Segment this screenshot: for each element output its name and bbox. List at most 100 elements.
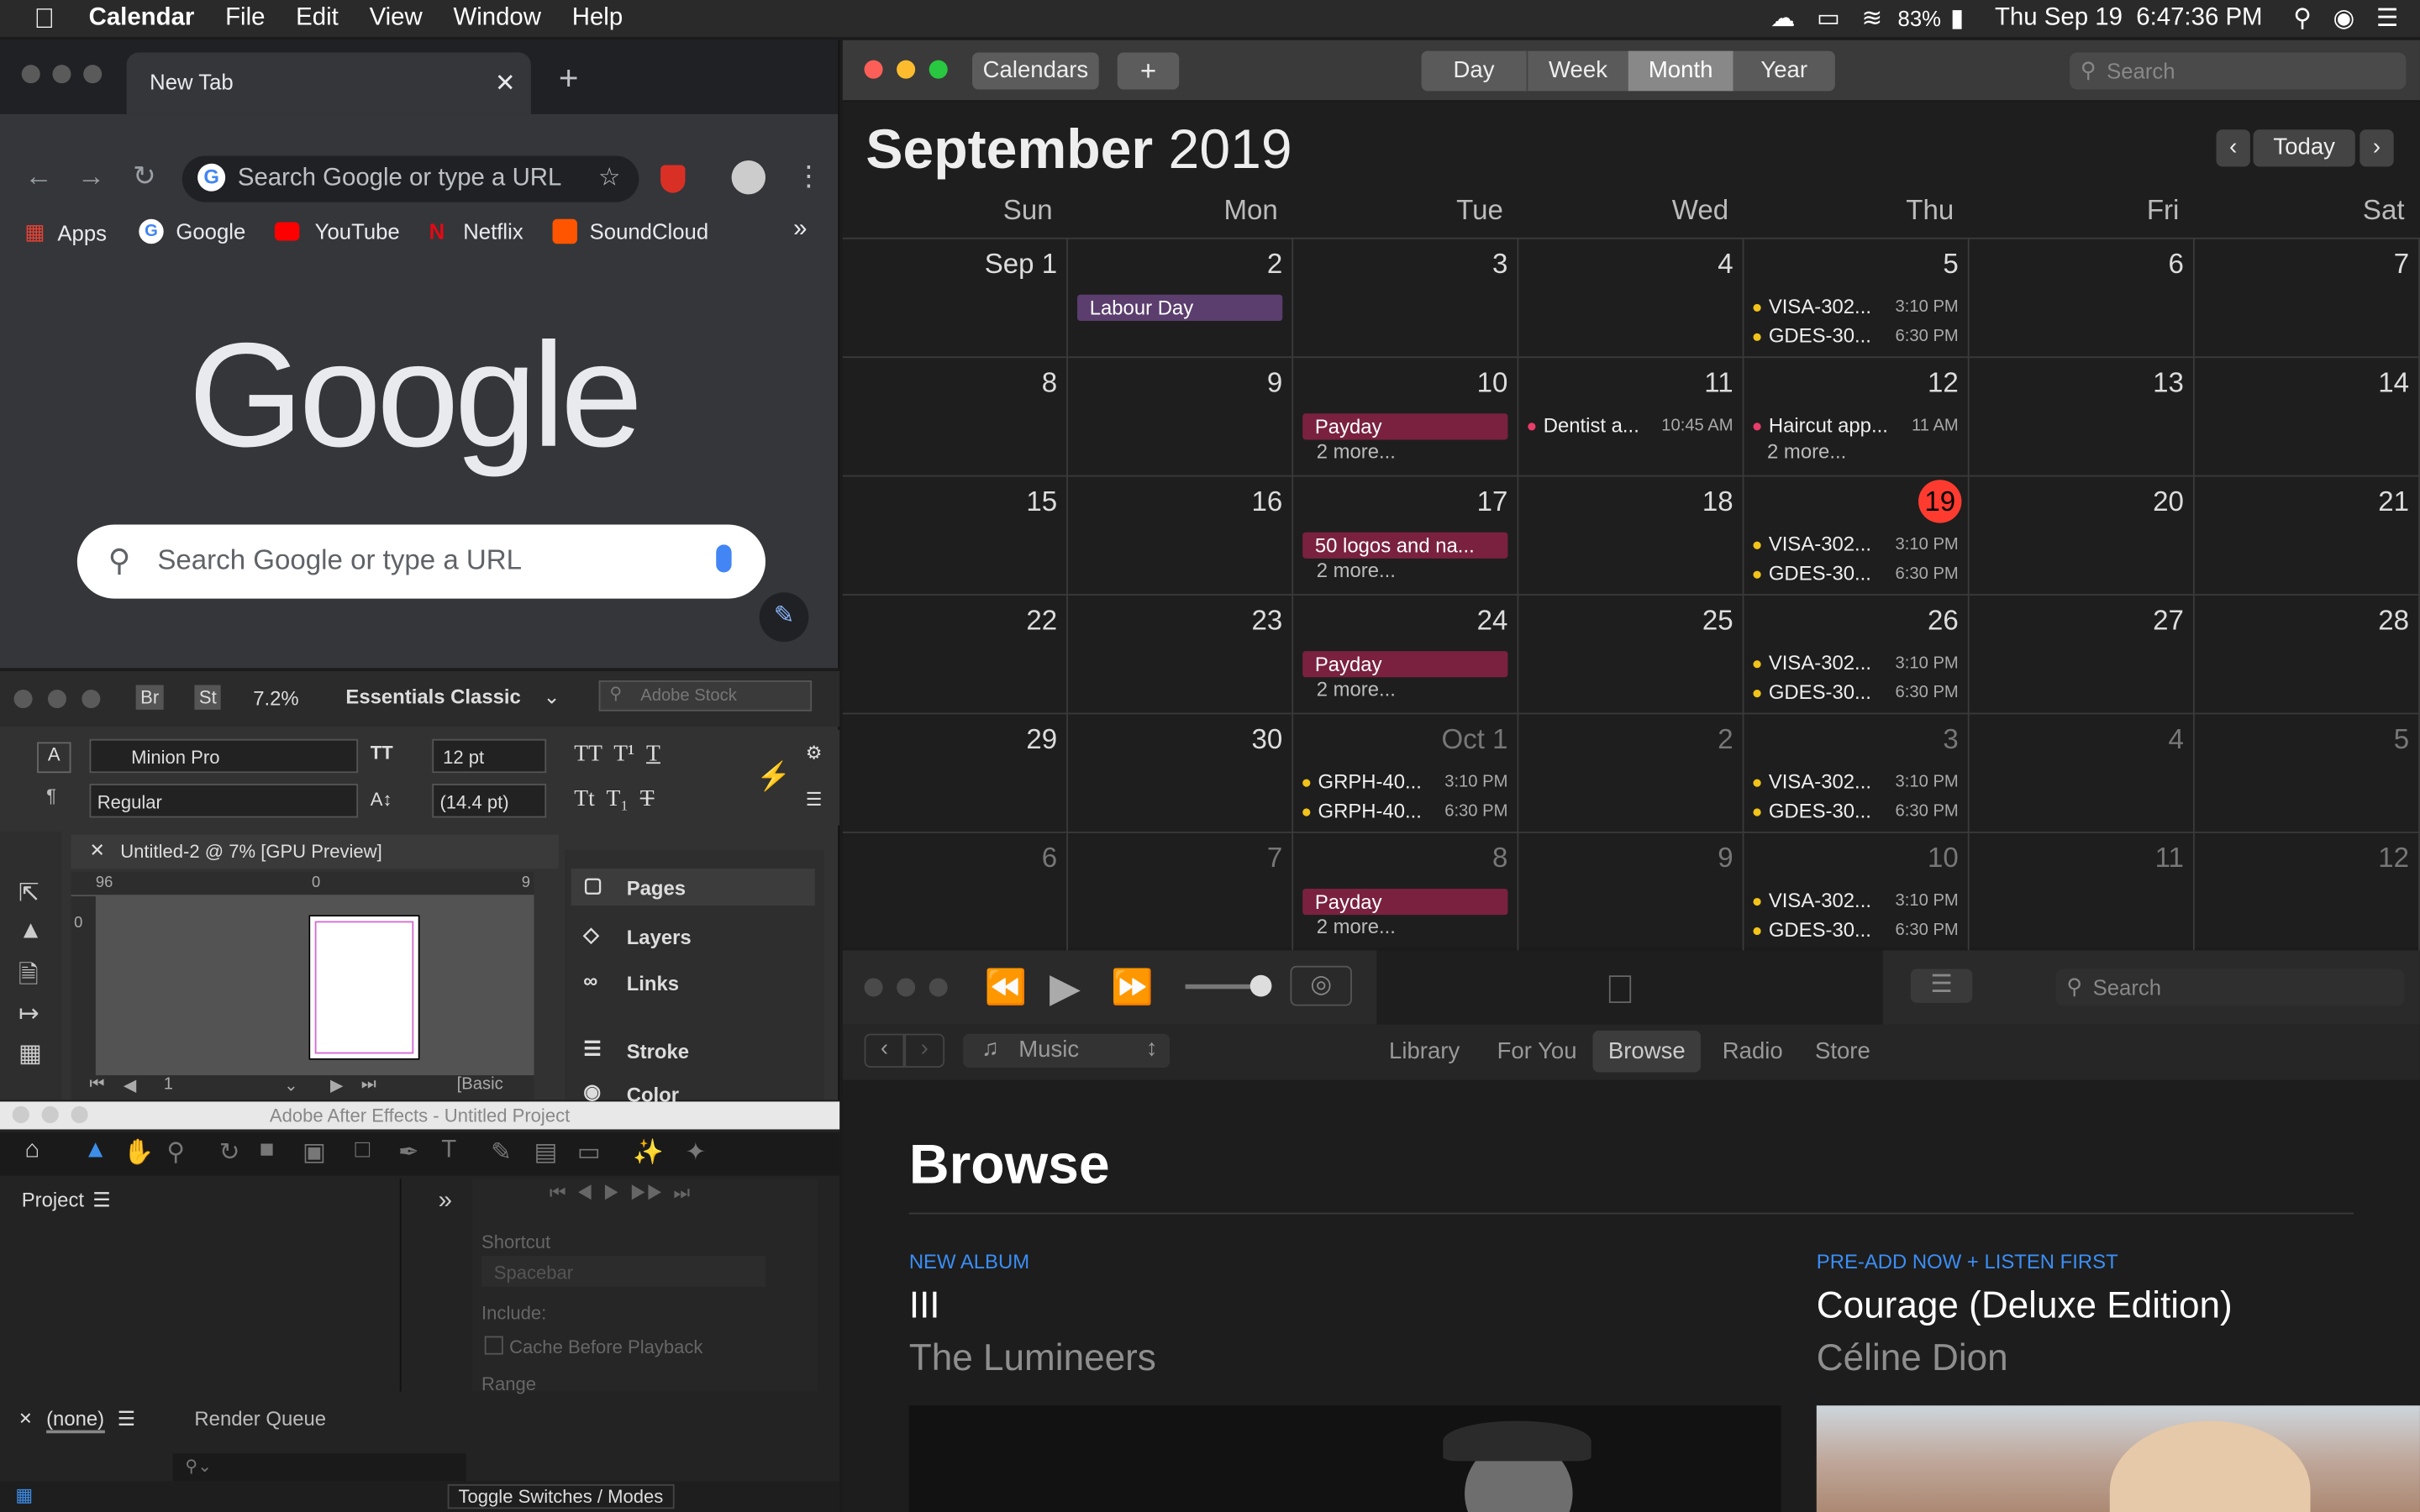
close-window-button[interactable]: [864, 60, 883, 79]
rectangle-tool-icon[interactable]: □: [355, 1137, 370, 1165]
all-day-event[interactable]: Labour Day: [1077, 294, 1283, 322]
album-artwork[interactable]: [1816, 1405, 2420, 1512]
panel-menu-icon[interactable]: ☰: [92, 1188, 110, 1212]
bookmark-youtube[interactable]: YouTube: [274, 219, 400, 244]
more-events-link[interactable]: 2 more...: [1317, 677, 1396, 701]
album-artwork[interactable]: [908, 1405, 1781, 1512]
album-card[interactable]: NEW ALBUM III The Lumineers: [908, 1250, 1781, 1512]
timed-event[interactable]: VISA-302... 3:10 PM: [1753, 770, 1959, 793]
minimize-window-button[interactable]: [41, 1105, 59, 1124]
font-style-select[interactable]: Regular: [89, 784, 359, 818]
day-cell[interactable]: 21: [2194, 475, 2420, 595]
home-icon[interactable]: ⌂: [24, 1137, 39, 1165]
timed-event[interactable]: GRPH-40... 3:10 PM: [1302, 770, 1507, 793]
pan-behind-tool-icon[interactable]: ▣: [302, 1137, 326, 1168]
day-cell[interactable]: Oct 1 GRPH-40... 3:10 PM GRPH-40... 6:30 PM: [1293, 712, 1519, 832]
menu-edit[interactable]: Edit: [296, 5, 339, 33]
timed-event[interactable]: VISA-302... 3:10 PM: [1753, 651, 1959, 675]
wifi-icon[interactable]: ≋: [1862, 3, 1883, 34]
day-cell[interactable]: 14: [2194, 356, 2420, 475]
day-cell[interactable]: 3: [1293, 237, 1519, 357]
lightning-icon[interactable]: ⚡: [756, 760, 791, 793]
rotate-tool-icon[interactable]: ↻: [219, 1137, 240, 1168]
character-mode-icon[interactable]: A: [37, 742, 71, 774]
more-events-link[interactable]: 2 more...: [1317, 559, 1396, 582]
nav-for-you[interactable]: For You: [1497, 1038, 1577, 1064]
more-events-link[interactable]: 2 more...: [1317, 439, 1396, 463]
music-search-input[interactable]: ⚲ Search: [2055, 969, 2405, 1006]
stock-search-input[interactable]: ⚲ Adobe Stock: [598, 680, 813, 711]
timed-event[interactable]: Dentist a... 10:45 AM: [1528, 413, 1733, 437]
gap-tool-icon[interactable]: ↦: [18, 998, 39, 1029]
day-cell[interactable]: 6: [842, 831, 1068, 951]
menu-help[interactable]: Help: [572, 5, 623, 33]
day-cell[interactable]: 9: [1067, 356, 1294, 475]
day-cell[interactable]: 12 Haircut app... 11 AM 2 more...: [1744, 356, 1970, 475]
clone-stamp-tool-icon[interactable]: ▤: [534, 1137, 557, 1168]
zoom-window-button[interactable]: [71, 1105, 88, 1124]
stock-icon[interactable]: St: [194, 685, 222, 710]
selection-tool-icon[interactable]: ▲: [83, 1137, 108, 1165]
timed-event[interactable]: Haircut app... 11 AM: [1753, 413, 1959, 437]
prev-month-button[interactable]: ‹: [2216, 129, 2250, 167]
day-cell[interactable]: 30: [1067, 712, 1294, 832]
extension-shield-icon[interactable]: [660, 165, 686, 193]
day-cell[interactable]: 27: [1969, 594, 2195, 713]
day-cell[interactable]: 25: [1518, 594, 1744, 713]
menu-app-name[interactable]: Calendar: [89, 5, 195, 33]
chrome-menu-icon[interactable]: ⋮: [795, 160, 823, 193]
comp-tab[interactable]: (none): [46, 1407, 105, 1434]
close-tab-icon[interactable]: ✕: [495, 68, 516, 99]
zoom-window-button[interactable]: [82, 690, 101, 709]
day-cell[interactable]: 17 50 logos and na... 2 more...: [1293, 475, 1519, 595]
day-cell[interactable]: 13: [1969, 356, 2195, 475]
new-tab-button[interactable]: +: [559, 59, 579, 99]
next-month-button[interactable]: ›: [2360, 129, 2394, 167]
day-cell[interactable]: 3 VISA-302... 3:10 PM GDES-30... 6:30 PM: [1744, 712, 1970, 832]
panel-links[interactable]: ∞ Links: [571, 964, 735, 1003]
minimize-window-button[interactable]: [897, 978, 916, 997]
timed-event[interactable]: GDES-30... 6:30 PM: [1753, 562, 1959, 585]
calendars-button[interactable]: Calendars: [972, 52, 1099, 90]
puppet-tool-icon[interactable]: ✦: [685, 1137, 706, 1168]
panel-menu-icon[interactable]: ☰: [806, 789, 823, 811]
timed-event[interactable]: GDES-30... 6:30 PM: [1753, 324, 1959, 347]
close-doc-icon[interactable]: ✕: [90, 839, 105, 861]
rewind-icon[interactable]: ⏪: [985, 968, 1027, 1008]
view-year[interactable]: Year: [1733, 50, 1835, 92]
back-icon[interactable]: ←: [24, 160, 52, 193]
toggle-switches-button[interactable]: Toggle Switches / Modes: [447, 1483, 675, 1509]
minimize-window-button[interactable]: [47, 690, 66, 709]
day-cell[interactable]: 8 Payday 2 more...: [1293, 831, 1519, 951]
google-search-box[interactable]: ⚲ Search Google or type a URL: [76, 524, 766, 599]
day-cell[interactable]: 7: [1067, 831, 1294, 951]
comp-flowchart-icon[interactable]: ▦: [15, 1484, 33, 1506]
day-cell[interactable]: 19 VISA-302... 3:10 PM GDES-30... 6:30 PM: [1744, 475, 1970, 595]
nav-library[interactable]: Library: [1389, 1038, 1460, 1064]
panel-menu-icon[interactable]: ☰: [118, 1407, 135, 1431]
reload-icon[interactable]: ↻: [133, 160, 156, 193]
view-week[interactable]: Week: [1526, 50, 1628, 92]
panel-pages[interactable]: ▢ Pages: [571, 869, 815, 906]
bookmark-google[interactable]: G Google: [139, 218, 245, 244]
volume-knob[interactable]: [1249, 974, 1272, 997]
brush-tool-icon[interactable]: ✎: [491, 1137, 512, 1168]
minimize-window-button[interactable]: [897, 60, 916, 79]
apple-icon[interactable]: : [34, 3, 55, 35]
timed-event[interactable]: VISA-302... 3:10 PM: [1753, 889, 1959, 911]
up-next-button[interactable]: ☰: [1910, 969, 1973, 1003]
timed-event[interactable]: VISA-302... 3:10 PM: [1753, 533, 1959, 555]
back-button[interactable]: ‹: [864, 1033, 905, 1068]
view-day[interactable]: Day: [1421, 50, 1527, 92]
all-caps-icon[interactable]: TT T¹ T: [574, 742, 660, 768]
close-window-button[interactable]: [864, 978, 883, 997]
document-page[interactable]: [308, 915, 420, 1060]
document-tab[interactable]: ✕ Untitled-2 @ 7% [GPU Preview]: [71, 834, 559, 869]
zoom-window-button[interactable]: [929, 978, 948, 997]
bookmark-netflix[interactable]: N Netflix: [429, 219, 523, 244]
tab-new-tab[interactable]: New Tab ✕: [126, 52, 531, 114]
day-cell[interactable]: 28: [2194, 594, 2420, 713]
zoom-window-button[interactable]: [929, 60, 948, 79]
day-cell[interactable]: 24 Payday 2 more...: [1293, 594, 1519, 713]
day-cell[interactable]: 8: [842, 356, 1068, 475]
